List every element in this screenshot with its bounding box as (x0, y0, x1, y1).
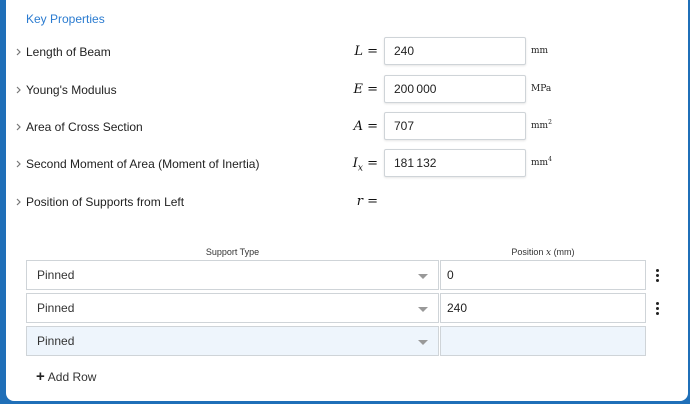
caret-down-icon (418, 307, 428, 312)
support-type-select[interactable]: Pinned (26, 326, 439, 356)
support-position-input[interactable]: 240 (440, 293, 646, 323)
key-properties-panel: Key Properties Length of Beam L = 240 mm… (6, 0, 688, 401)
property-row-support-positions[interactable]: Position of Supports from Left r = (6, 186, 688, 218)
property-label: Second Moment of Area (Moment of Inertia… (26, 157, 260, 171)
property-symbol: Ix = (352, 156, 378, 174)
property-row-youngs-modulus[interactable]: Young's Modulus E = 200 000 MPa (6, 74, 688, 106)
row-menu-icon[interactable] (654, 293, 662, 323)
add-row-button[interactable]: + Add Row (36, 368, 96, 386)
chevron-right-icon[interactable] (15, 195, 23, 209)
caret-down-icon (418, 274, 428, 279)
chevron-right-icon[interactable] (15, 83, 23, 97)
support-type-select[interactable]: Pinned (26, 293, 439, 323)
chevron-right-icon[interactable] (15, 120, 23, 134)
column-header-position: Position x (mm) (511, 247, 575, 258)
unit-label: mm (531, 46, 549, 56)
moment-of-inertia-input[interactable]: 181 132 (384, 149, 526, 177)
support-type-select[interactable]: Pinned (26, 260, 439, 290)
length-input[interactable]: 240 (384, 37, 526, 65)
column-header-support-type: Support Type (205, 247, 260, 257)
support-position-input[interactable] (440, 326, 646, 356)
support-position-input[interactable]: 0 (440, 260, 646, 290)
property-symbol: A = (353, 119, 378, 134)
chevron-right-icon[interactable] (15, 45, 23, 59)
property-row-moment-of-inertia[interactable]: Second Moment of Area (Moment of Inertia… (6, 148, 688, 180)
property-label: Position of Supports from Left (26, 195, 185, 209)
support-type-value: Pinned (37, 334, 75, 348)
chevron-right-icon[interactable] (15, 157, 23, 171)
caret-down-icon (418, 340, 428, 345)
support-type-value: Pinned (37, 301, 75, 315)
property-symbol: E = (353, 82, 378, 97)
support-type-value: Pinned (37, 268, 75, 282)
unit-label: mm4 (531, 156, 552, 168)
property-label: Young's Modulus (26, 83, 117, 97)
property-label: Length of Beam (26, 45, 111, 59)
plus-icon: + (36, 368, 45, 385)
property-label: Area of Cross Section (26, 120, 143, 134)
area-input[interactable]: 707 (384, 112, 526, 140)
property-row-area[interactable]: Area of Cross Section A = 707 mm2 (6, 111, 688, 143)
property-symbol: r = (356, 194, 378, 209)
youngs-modulus-input[interactable]: 200 000 (384, 75, 526, 103)
row-menu-icon[interactable] (654, 260, 662, 290)
property-row-length[interactable]: Length of Beam L = 240 mm (6, 36, 688, 68)
section-title: Key Properties (26, 12, 105, 26)
unit-label: MPa (531, 84, 552, 94)
unit-label: mm2 (531, 119, 552, 131)
property-symbol: L = (354, 44, 378, 59)
